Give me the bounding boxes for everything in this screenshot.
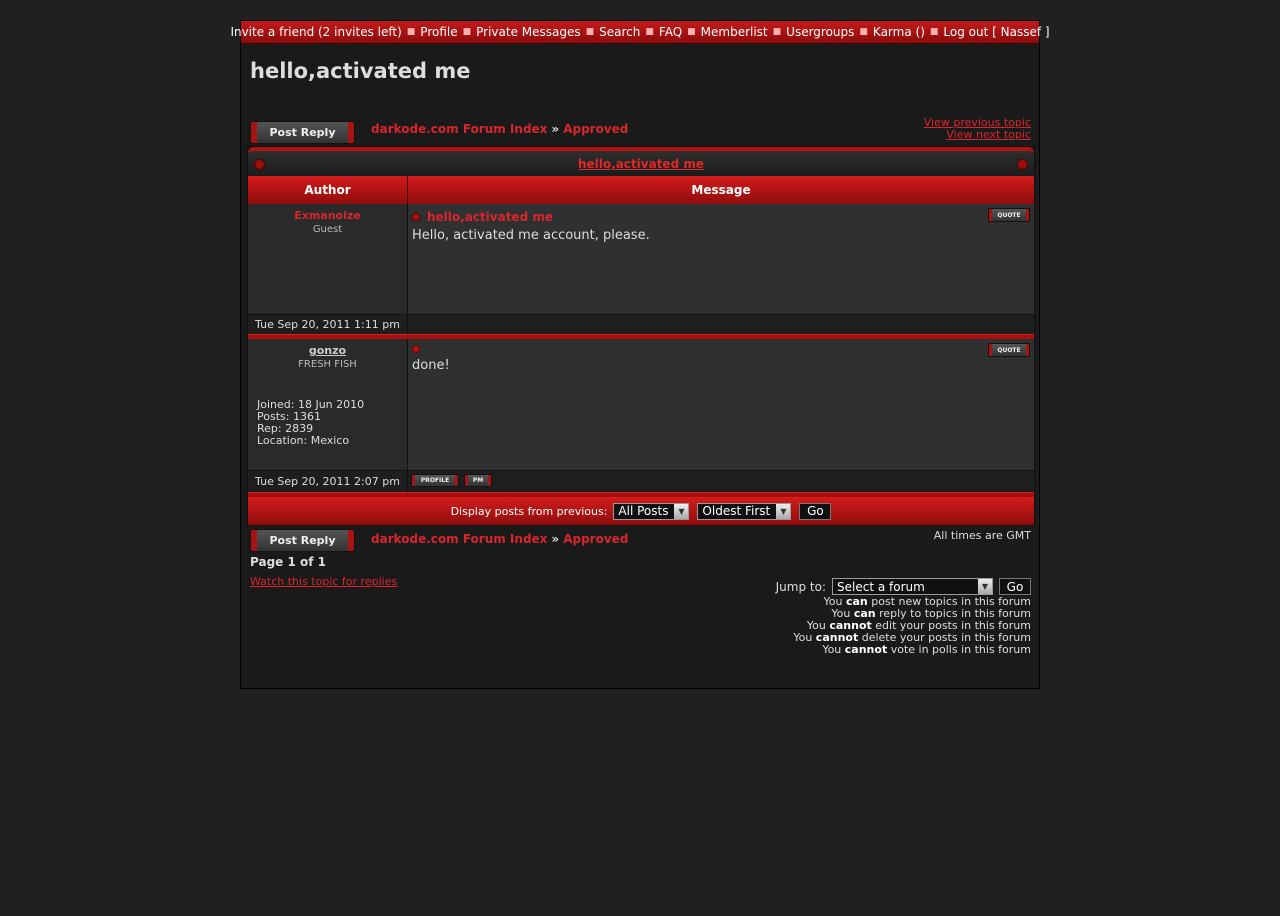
view-next-topic-link[interactable]: View next topic <box>924 129 1031 141</box>
post-body: done! <box>412 358 450 373</box>
post-reply-button-bottom[interactable]: Post Reply <box>250 529 355 552</box>
forum-permissions: You can post new topics in this forum Yo… <box>793 596 1031 656</box>
nav-memberlist[interactable]: Memberlist <box>701 25 768 39</box>
author-rank: Guest <box>312 224 343 235</box>
message-column-header: Message <box>691 183 751 197</box>
topic-caption: hello,activated me <box>248 147 1034 176</box>
post-footer: Tue Sep 20, 2011 1:11 pm <box>248 314 1034 334</box>
breadcrumb-bottom: darkode.com Forum Index» Approved <box>371 532 629 546</box>
post-row: Exmanoize Guest hello,activated me Hello… <box>248 204 1034 314</box>
display-options-bar: Display posts from previous: All Posts ▼… <box>248 497 1034 525</box>
quote-button[interactable]: QUOTE <box>988 343 1030 357</box>
post-row: gonzo FRESH FISH Joined: 18 Jun 2010 Pos… <box>248 339 1034 470</box>
jump-label: Jump to: <box>775 579 826 594</box>
nav-private-messages[interactable]: Private Messages <box>476 25 581 39</box>
permission-line: You cannot vote in polls in this forum <box>822 643 1031 656</box>
caption-right-dot-icon <box>1017 159 1028 170</box>
nav-profile[interactable]: Profile <box>420 25 457 39</box>
nav-usergroups[interactable]: Usergroups <box>786 25 854 39</box>
chevron-down-icon: ▼ <box>674 503 689 519</box>
nav-karma[interactable]: Karma () <box>873 25 925 39</box>
breadcrumb-forum-approved[interactable]: Approved <box>563 122 628 136</box>
nav-faq[interactable]: FAQ <box>659 25 682 39</box>
post-reply-button[interactable]: Post Reply <box>250 121 355 144</box>
post-subject <box>412 345 427 353</box>
post-date: Tue Sep 20, 2011 2:07 pm <box>248 471 408 492</box>
post-bullet-icon <box>412 345 420 353</box>
author-rank: FRESH FISH <box>298 359 357 370</box>
breadcrumb-forum-index[interactable]: darkode.com Forum Index <box>371 532 547 546</box>
post-message-cell: done! QUOTE <box>408 339 1034 470</box>
table-header: Author Message <box>248 176 1034 204</box>
author-location: Location: Mexico <box>257 434 350 447</box>
quote-button[interactable]: QUOTE <box>988 208 1030 222</box>
nav-invite-friend[interactable]: Invite a friend (2 invites left) <box>230 25 401 39</box>
timezone-note: All times are GMT <box>933 529 1031 542</box>
jump-go-button[interactable]: Go <box>999 578 1031 595</box>
display-label: Display posts from previous: <box>450 504 608 518</box>
breadcrumb-forum-index[interactable]: darkode.com Forum Index <box>371 122 547 136</box>
post-bullet-icon <box>412 213 420 221</box>
post-subject: hello,activated me <box>412 210 553 224</box>
post-message-cell: hello,activated me Hello, activated me a… <box>408 204 1034 314</box>
post-order-select[interactable]: Oldest First ▼ <box>697 502 792 520</box>
post-body: Hello, activated me account, please. <box>412 228 650 243</box>
chevron-down-icon: ▼ <box>776 503 791 519</box>
post-footer: Tue Sep 20, 2011 2:07 pm PROFILE PM <box>248 470 1034 492</box>
topic-navigation: View previous topic View next topic <box>924 117 1031 141</box>
nav-search[interactable]: Search <box>599 25 640 39</box>
jump-forum-select[interactable]: Select a forum ▼ <box>832 578 993 595</box>
author-details: Joined: 18 Jun 2010 Posts: 1361 Rep: 283… <box>257 399 364 447</box>
caption-left-dot-icon <box>254 159 265 170</box>
post-author-cell: gonzo FRESH FISH Joined: 18 Jun 2010 Pos… <box>248 339 408 470</box>
watch-topic-link[interactable]: Watch this topic for replies <box>250 575 397 588</box>
topic-table: hello,activated me Author Message Exmano… <box>247 146 1035 526</box>
jump-to-forum: Jump to: Select a forum ▼ Go <box>776 578 1031 595</box>
profile-button[interactable]: PROFILE <box>411 474 459 487</box>
page-title: hello,activated me <box>250 59 471 83</box>
top-navigation: Invite a friend (2 invites left) ■ Profil… <box>230 21 1050 44</box>
post-author: Exmanoize <box>294 209 361 222</box>
chevron-down-icon: ▼ <box>978 579 992 594</box>
topic-title-link[interactable]: hello,activated me <box>578 157 704 171</box>
post-range-select[interactable]: All Posts ▼ <box>613 502 690 520</box>
display-go-button[interactable]: Go <box>799 502 832 520</box>
post-date: Tue Sep 20, 2011 1:11 pm <box>248 315 408 334</box>
breadcrumb: darkode.com Forum Index» Approved <box>371 122 629 136</box>
post-author-link[interactable]: gonzo <box>248 344 407 357</box>
forum-container: Invite a friend (2 invites left) ■ Profil… <box>230 20 1050 689</box>
pm-button[interactable]: PM <box>464 474 492 487</box>
post-author-cell: Exmanoize Guest <box>248 204 408 314</box>
author-column-header: Author <box>248 176 408 204</box>
page-info: Page 1 of 1 <box>250 555 326 569</box>
nav-logout[interactable]: Log out [ Nassef ] <box>943 25 1049 39</box>
breadcrumb-forum-approved[interactable]: Approved <box>563 532 628 546</box>
